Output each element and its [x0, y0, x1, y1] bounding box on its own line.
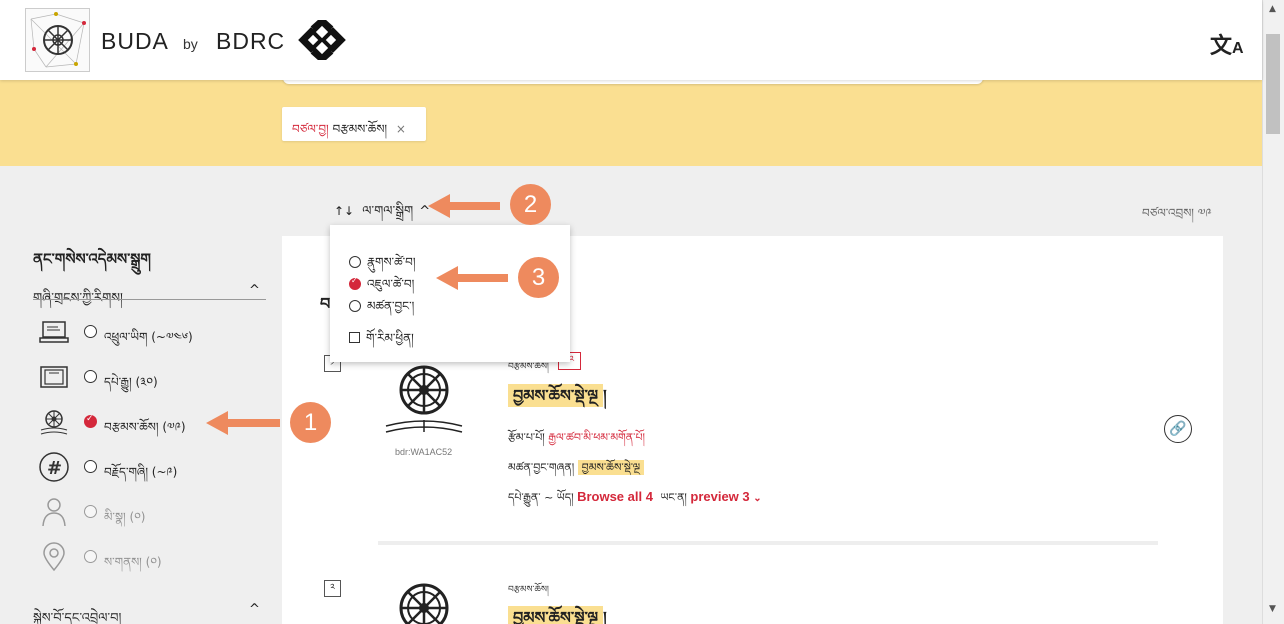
section-title-persons[interactable]: སྐྱེས་བོ་དང་འབྲེལ་བ།	[33, 603, 121, 624]
result-id[interactable]: bdr:WA1AC52	[395, 447, 452, 457]
translate-icon[interactable]: 文A	[1210, 28, 1244, 60]
chevron-up-icon[interactable]: ^	[249, 602, 260, 617]
results-count: བཙལ་འབྲས། ༧༩	[1142, 206, 1212, 220]
results-letter-heading: བ	[320, 294, 331, 313]
hash-icon: #	[39, 452, 69, 482]
annotation-arrow	[436, 266, 508, 290]
scroll-up-icon[interactable]: ▲	[1269, 4, 1276, 14]
brand-org[interactable]: BDRC	[216, 28, 285, 55]
annotation-badge: 2	[510, 184, 551, 225]
filter-item-place: ས་གནས། (༠)	[38, 539, 278, 575]
filter-radio	[84, 505, 97, 518]
result-title-text: བྱམས་ཆོས་སྡེ་ལྔ	[508, 606, 604, 624]
preview-link[interactable]: preview 3 ⌄	[690, 489, 761, 504]
divider	[33, 299, 266, 300]
checkbox[interactable]	[349, 332, 360, 343]
query-chip-prefix: བཙལ་བྱ།	[292, 122, 329, 136]
sort-reverse-label: གོ་རིམ་ཕྱིན།	[366, 331, 414, 345]
sort-radio[interactable]	[349, 299, 361, 312]
annotation-badge: 1	[290, 402, 331, 443]
chevron-up-icon[interactable]: ^	[249, 283, 260, 298]
sort-arrows-icon: ↑↓	[334, 204, 355, 218]
result-title-suffix: །	[603, 608, 607, 624]
author-label: རྩོམ་པ་པོ།	[508, 431, 545, 444]
filter-label: མི་སྣ། (༠)	[104, 510, 146, 524]
person-icon	[42, 498, 66, 527]
filter-item-topic[interactable]: # བརྗོད་གཞི། (~༩)	[38, 449, 278, 485]
sort-option-label: འཇུལ་ཚེ་བ།	[367, 277, 415, 291]
chevron-down-icon: ⌄	[753, 493, 762, 504]
query-chip-value: བརྩམས་ཆོས།	[332, 122, 388, 136]
result-divider	[378, 541, 1158, 545]
filters-title: ནང་གསེས་འདེམས་སྒྲུག	[33, 250, 151, 268]
filter-radio[interactable]	[84, 460, 97, 473]
brand-name[interactable]: BUDA	[101, 28, 169, 55]
filter-label: འཕྲུལ་ཡིག (~༧༤༦)	[104, 330, 193, 344]
preview-or-label: ཡང་ན།	[660, 491, 687, 504]
annotation-arrow	[206, 411, 280, 435]
match-label: མཚན་བྱང་གཞན།	[508, 461, 575, 474]
annotation-arrow	[428, 194, 500, 218]
brand-by: by	[183, 36, 198, 52]
filter-item-etext[interactable]: འཕྲུལ་ཡིག (~༧༤༦)	[38, 314, 278, 350]
svg-text:#: #	[47, 458, 62, 479]
author-row: རྩོམ་པ་པོ། རྒྱལ་ཚབ་མི་ཕམ་མགོན་པོ།	[508, 425, 645, 456]
book-pecha-icon	[40, 366, 68, 388]
dharma-wheel-icon	[385, 365, 463, 433]
sort-radio[interactable]	[349, 255, 361, 268]
dharma-wheel-icon	[40, 410, 68, 435]
filter-label: ས་གནས། (༠)	[104, 555, 162, 569]
preview-label: preview 3	[690, 489, 750, 504]
result-title-text: བྱམས་ཆོས་སྡེ་ལྔ	[508, 384, 604, 407]
close-icon[interactable]: ×	[396, 122, 406, 136]
sort-label: ལ་གལ་སྒྲིག	[362, 204, 414, 219]
filter-label: བརྗོད་གཞི། (~༩)	[104, 465, 178, 479]
dharma-wheel-icon	[399, 583, 449, 624]
sort-option-label: རྣུགས་ཚེ་བ།	[367, 255, 416, 269]
scroll-down-icon[interactable]: ▼	[1269, 604, 1276, 614]
filter-radio	[84, 550, 97, 563]
top-header: BUDA by BDRC 文A	[0, 0, 1262, 80]
editions-row: དཔེ་རྒྱུན་ ~ ཡོད། Browse all 4 ཡང་ན། pre…	[508, 485, 762, 516]
filter-label: བརྩམས་ཆོས། (༧༩)	[104, 420, 186, 434]
link-icon[interactable]: 🔗	[1164, 415, 1192, 443]
result-title-suffix: །	[603, 386, 607, 405]
search-banner	[0, 80, 1262, 166]
filter-radio[interactable]	[84, 370, 97, 383]
annotation-badge: 3	[518, 257, 559, 298]
match-value: བྱམས་ཆོས་སྡེ་ལྔ	[577, 460, 645, 475]
result-title[interactable]: བྱམས་ཆོས་སྡེ་ལྔ །	[508, 600, 607, 624]
location-pin-icon	[43, 542, 65, 572]
sort-radio-checked[interactable]	[349, 276, 361, 290]
filter-label: དཔེ་རྒྱུ། (༣༠)	[104, 375, 158, 389]
sort-reverse-checkbox[interactable]: གོ་རིམ་ཕྱིན།	[349, 325, 414, 359]
result-title[interactable]: བྱམས་ཆོས་སྡེ་ལྔ །	[508, 378, 607, 423]
browse-all-link[interactable]: Browse all 4	[577, 489, 653, 504]
editions-label: དཔེ་རྒྱུན་ ~ ཡོད།	[508, 491, 574, 504]
endless-knot-icon	[298, 20, 346, 60]
sort-option-label: མཚན་བྱང་།	[367, 299, 415, 313]
filter-radio[interactable]	[84, 325, 97, 338]
page-scrollbar[interactable]: ▲ ▼	[1262, 0, 1284, 624]
laptop-icon	[39, 321, 69, 343]
query-chip[interactable]: བཙལ་བྱ། བརྩམས་ཆོས། ×	[282, 107, 426, 141]
filter-item-person: མི་སྣ། (༠)	[38, 494, 278, 530]
buda-logo-icon[interactable]	[25, 8, 90, 72]
sort-option-title[interactable]: མཚན་བྱང་།	[349, 293, 414, 327]
filter-radio-checked[interactable]	[84, 414, 97, 428]
filter-item-instance[interactable]: དཔེ་རྒྱུ། (༣༠)	[38, 359, 278, 395]
scrollbar-thumb[interactable]	[1266, 34, 1280, 134]
match-row: མཚན་བྱང་གཞན། བྱམས་ཆོས་སྡེ་ལྔ	[508, 455, 645, 486]
author-link[interactable]: རྒྱལ་ཚབ་མི་ཕམ་མགོན་པོ།	[548, 431, 645, 444]
result-number: ༢	[324, 580, 341, 597]
